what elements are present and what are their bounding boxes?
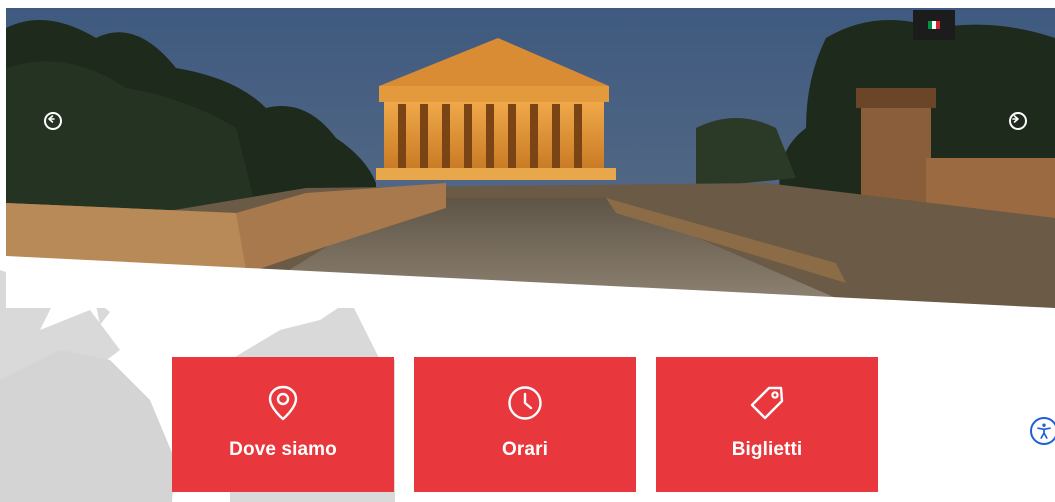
carousel-prev-button[interactable] (44, 112, 62, 130)
page: Dove siamo Orari Biglietti (0, 0, 1055, 502)
hero-image (6, 8, 1055, 308)
card-label: Biglietti (731, 439, 803, 460)
card-label: Orari (502, 439, 548, 460)
clock-icon (505, 383, 545, 423)
language-selector[interactable] (913, 10, 955, 40)
italian-flag-icon (928, 21, 940, 29)
temple-illustration (6, 8, 1055, 308)
arrow-right-icon (1012, 115, 1019, 123)
card-biglietti[interactable]: Biglietti (656, 357, 878, 492)
location-pin-icon (263, 383, 303, 423)
card-orari[interactable]: Orari (414, 357, 636, 492)
quick-links: Dove siamo Orari Biglietti (172, 357, 878, 492)
card-label: Dove siamo (229, 439, 337, 460)
carousel-next-button[interactable] (1009, 112, 1027, 130)
card-dove-siamo[interactable]: Dove siamo (172, 357, 394, 492)
ticket-tag-icon (747, 383, 787, 423)
flag-stripe-red (936, 21, 940, 29)
accessibility-icon (1037, 423, 1051, 439)
accessibility-button[interactable] (1030, 417, 1055, 445)
arrow-left-icon (48, 115, 55, 123)
